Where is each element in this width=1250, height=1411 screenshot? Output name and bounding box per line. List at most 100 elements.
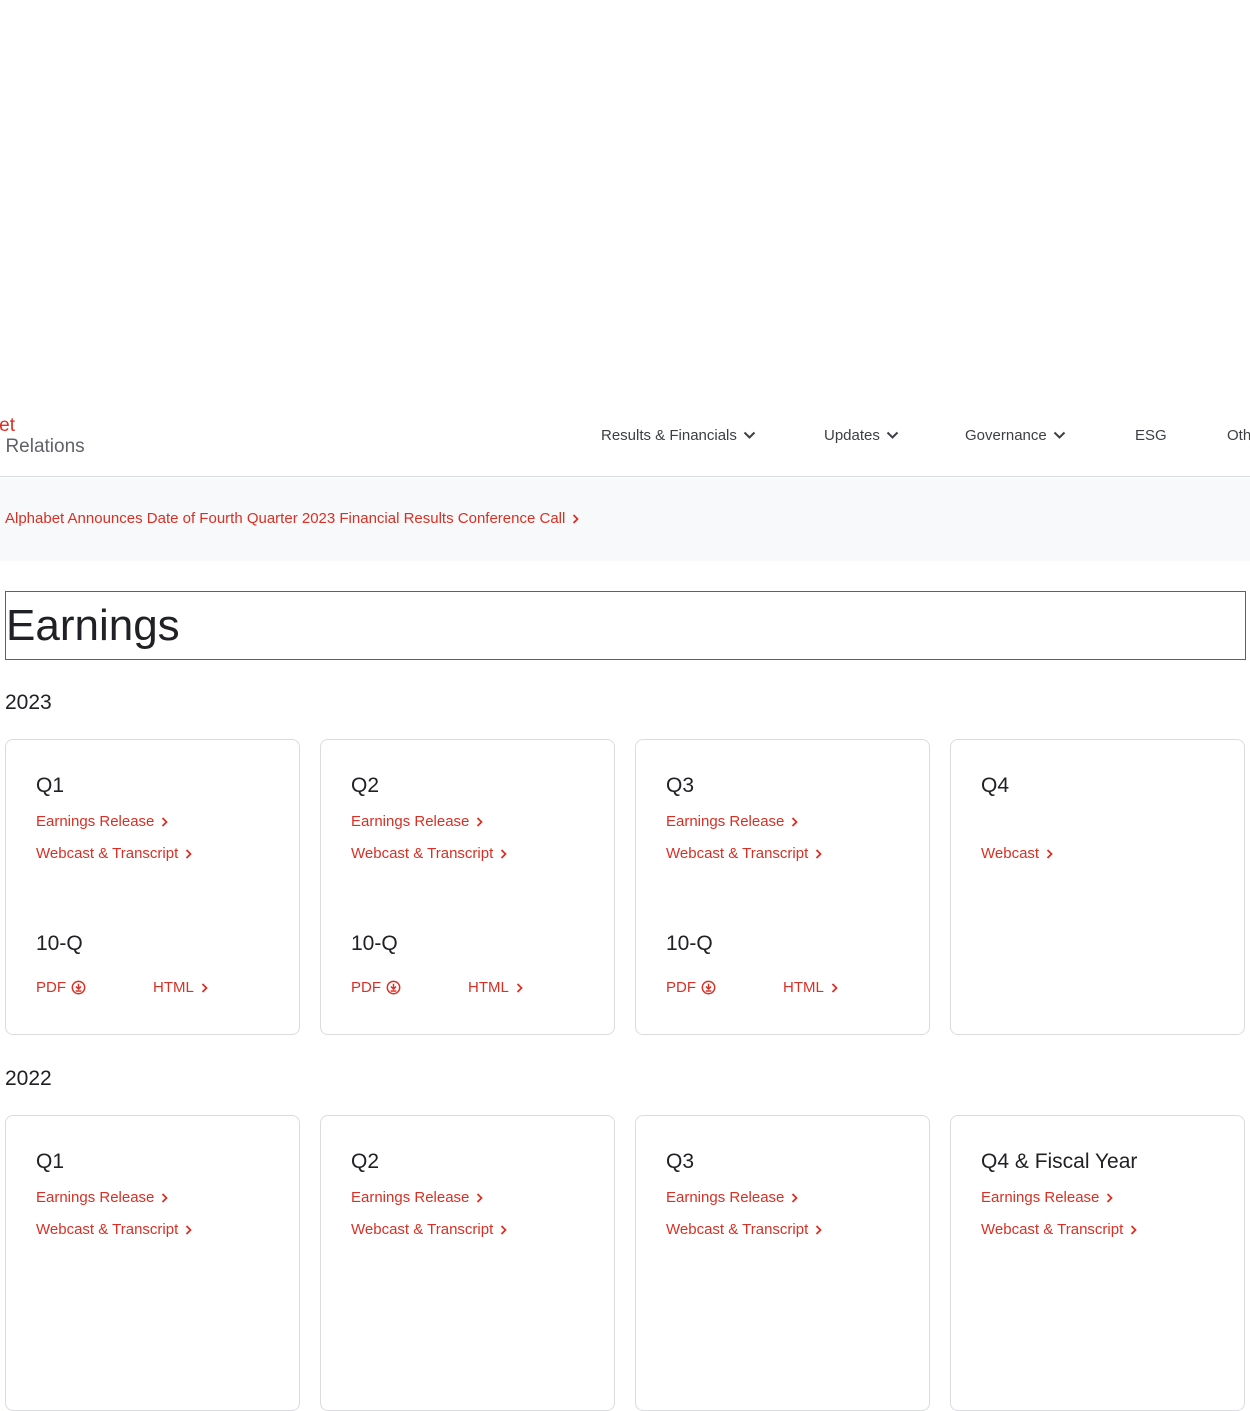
earnings-release-link[interactable]: Earnings Release: [36, 813, 169, 830]
webcast-transcript-link[interactable]: Webcast & Transcript: [36, 1221, 193, 1238]
link-label: PDF: [36, 979, 66, 996]
earnings-release-link[interactable]: Earnings Release: [666, 813, 799, 830]
quarter-card-2023-q2: Q2 Earnings Release Webcast & Transcript…: [320, 739, 615, 1035]
tenq-pdf-link[interactable]: PDF: [351, 979, 401, 996]
earnings-release-link[interactable]: Earnings Release: [36, 1189, 169, 1206]
tenq-heading: 10-Q: [666, 932, 713, 955]
chevron-right-icon: [573, 513, 580, 524]
quarter-card-2022-q4: Q4 & Fiscal Year Earnings Release Webcas…: [950, 1115, 1245, 1411]
quarter-title: Q1: [36, 774, 65, 797]
webcast-transcript-link[interactable]: Webcast & Transcript: [666, 1221, 823, 1238]
link-label: Earnings Release: [36, 1189, 155, 1206]
logo-subtitle-text: tor Relations: [0, 436, 85, 457]
tenq-pdf-link[interactable]: PDF: [666, 979, 716, 996]
quarter-card-2023-q4: Q4 Webcast: [950, 739, 1245, 1035]
webcast-transcript-link[interactable]: Webcast & Transcript: [666, 845, 823, 862]
chevron-right-icon: [1107, 1192, 1114, 1203]
year-heading-2023: 2023: [5, 691, 52, 714]
logo[interactable]: abet tor Relations: [0, 416, 85, 458]
link-label: PDF: [666, 979, 696, 996]
nav-results-financials[interactable]: Results & Financials: [601, 427, 756, 444]
site-header: abet tor Relations Results & Financials …: [0, 400, 1250, 477]
tenq-html-link[interactable]: HTML: [783, 979, 838, 996]
webcast-transcript-link[interactable]: Webcast & Transcript: [981, 1221, 1138, 1238]
earnings-release-link[interactable]: Earnings Release: [351, 813, 484, 830]
link-label: Earnings Release: [981, 1189, 1100, 1206]
webcast-link[interactable]: Webcast: [981, 845, 1053, 862]
nav-label: Updates: [824, 427, 880, 444]
chevron-right-icon: [1046, 848, 1053, 859]
nav-other[interactable]: Oth: [1227, 427, 1250, 444]
nav-esg[interactable]: ESG: [1135, 427, 1167, 444]
earnings-release-link[interactable]: Earnings Release: [666, 1189, 799, 1206]
link-label: Webcast & Transcript: [351, 845, 494, 862]
earnings-release-link[interactable]: Earnings Release: [981, 1189, 1114, 1206]
link-label: Webcast & Transcript: [36, 845, 179, 862]
nav-label: Results & Financials: [601, 427, 737, 444]
quarter-card-2023-q3: Q3 Earnings Release Webcast & Transcript…: [635, 739, 930, 1035]
earnings-release-link[interactable]: Earnings Release: [351, 1189, 484, 1206]
year-heading-2022: 2022: [5, 1067, 52, 1090]
chevron-right-icon: [201, 982, 208, 993]
tenq-heading: 10-Q: [36, 932, 83, 955]
quarter-card-2022-q1: Q1 Earnings Release Webcast & Transcript: [5, 1115, 300, 1411]
download-icon: [386, 980, 401, 995]
link-label: Earnings Release: [36, 813, 155, 830]
quarter-card-2022-q3: Q3 Earnings Release Webcast & Transcript: [635, 1115, 930, 1411]
nav-label: Oth: [1227, 427, 1250, 444]
link-label: Webcast & Transcript: [36, 1221, 179, 1238]
tenq-heading: 10-Q: [351, 932, 398, 955]
chevron-right-icon: [477, 816, 484, 827]
page-title: Earnings: [6, 601, 180, 650]
tenq-html-link[interactable]: HTML: [468, 979, 523, 996]
download-icon: [71, 980, 86, 995]
quarter-title: Q2: [351, 1150, 380, 1173]
link-label: Webcast & Transcript: [981, 1221, 1124, 1238]
link-label: Earnings Release: [351, 1189, 470, 1206]
webcast-transcript-link[interactable]: Webcast & Transcript: [36, 845, 193, 862]
chevron-down-icon: [886, 431, 899, 439]
chevron-right-icon: [186, 848, 193, 859]
link-label: Webcast & Transcript: [351, 1221, 494, 1238]
quarter-title: Q3: [666, 1150, 695, 1173]
link-label: Webcast & Transcript: [666, 845, 809, 862]
tenq-html-link[interactable]: HTML: [153, 979, 208, 996]
chevron-down-icon: [743, 431, 756, 439]
announcement-text: Alphabet Announces Date of Fourth Quarte…: [5, 510, 566, 527]
tenq-pdf-link[interactable]: PDF: [36, 979, 86, 996]
nav-governance[interactable]: Governance: [965, 427, 1066, 444]
chevron-right-icon: [516, 982, 523, 993]
logo-brand-text: abet: [0, 415, 15, 436]
quarter-card-2023-q1: Q1 Earnings Release Webcast & Transcript…: [5, 739, 300, 1035]
quarter-card-2022-q2: Q2 Earnings Release Webcast & Transcript: [320, 1115, 615, 1411]
chevron-right-icon: [186, 1224, 193, 1235]
chevron-right-icon: [1131, 1224, 1138, 1235]
chevron-right-icon: [792, 1192, 799, 1203]
page-title-box: Earnings: [5, 591, 1246, 660]
chevron-right-icon: [162, 816, 169, 827]
link-label: Earnings Release: [351, 813, 470, 830]
quarter-title: Q3: [666, 774, 695, 797]
link-label: Webcast: [981, 845, 1040, 862]
announcement-link[interactable]: Alphabet Announces Date of Fourth Quarte…: [5, 510, 580, 527]
link-label: Webcast & Transcript: [666, 1221, 809, 1238]
link-label: Earnings Release: [666, 813, 785, 830]
link-label: PDF: [351, 979, 381, 996]
quarter-title: Q4: [981, 774, 1010, 797]
chevron-down-icon: [1053, 431, 1065, 439]
quarter-title: Q1: [36, 1150, 65, 1173]
chevron-right-icon: [792, 816, 799, 827]
chevron-right-icon: [477, 1192, 484, 1203]
announcement-banner: Alphabet Announces Date of Fourth Quarte…: [0, 478, 1250, 561]
quarter-title: Q4 & Fiscal Year: [981, 1150, 1138, 1173]
quarter-title: Q2: [351, 774, 380, 797]
link-label: HTML: [153, 979, 194, 996]
link-label: HTML: [783, 979, 824, 996]
webcast-transcript-link[interactable]: Webcast & Transcript: [351, 845, 508, 862]
chevron-right-icon: [816, 848, 823, 859]
chevron-right-icon: [162, 1192, 169, 1203]
chevron-right-icon: [816, 1224, 823, 1235]
nav-updates[interactable]: Updates: [824, 427, 899, 444]
webcast-transcript-link[interactable]: Webcast & Transcript: [351, 1221, 508, 1238]
link-label: HTML: [468, 979, 509, 996]
